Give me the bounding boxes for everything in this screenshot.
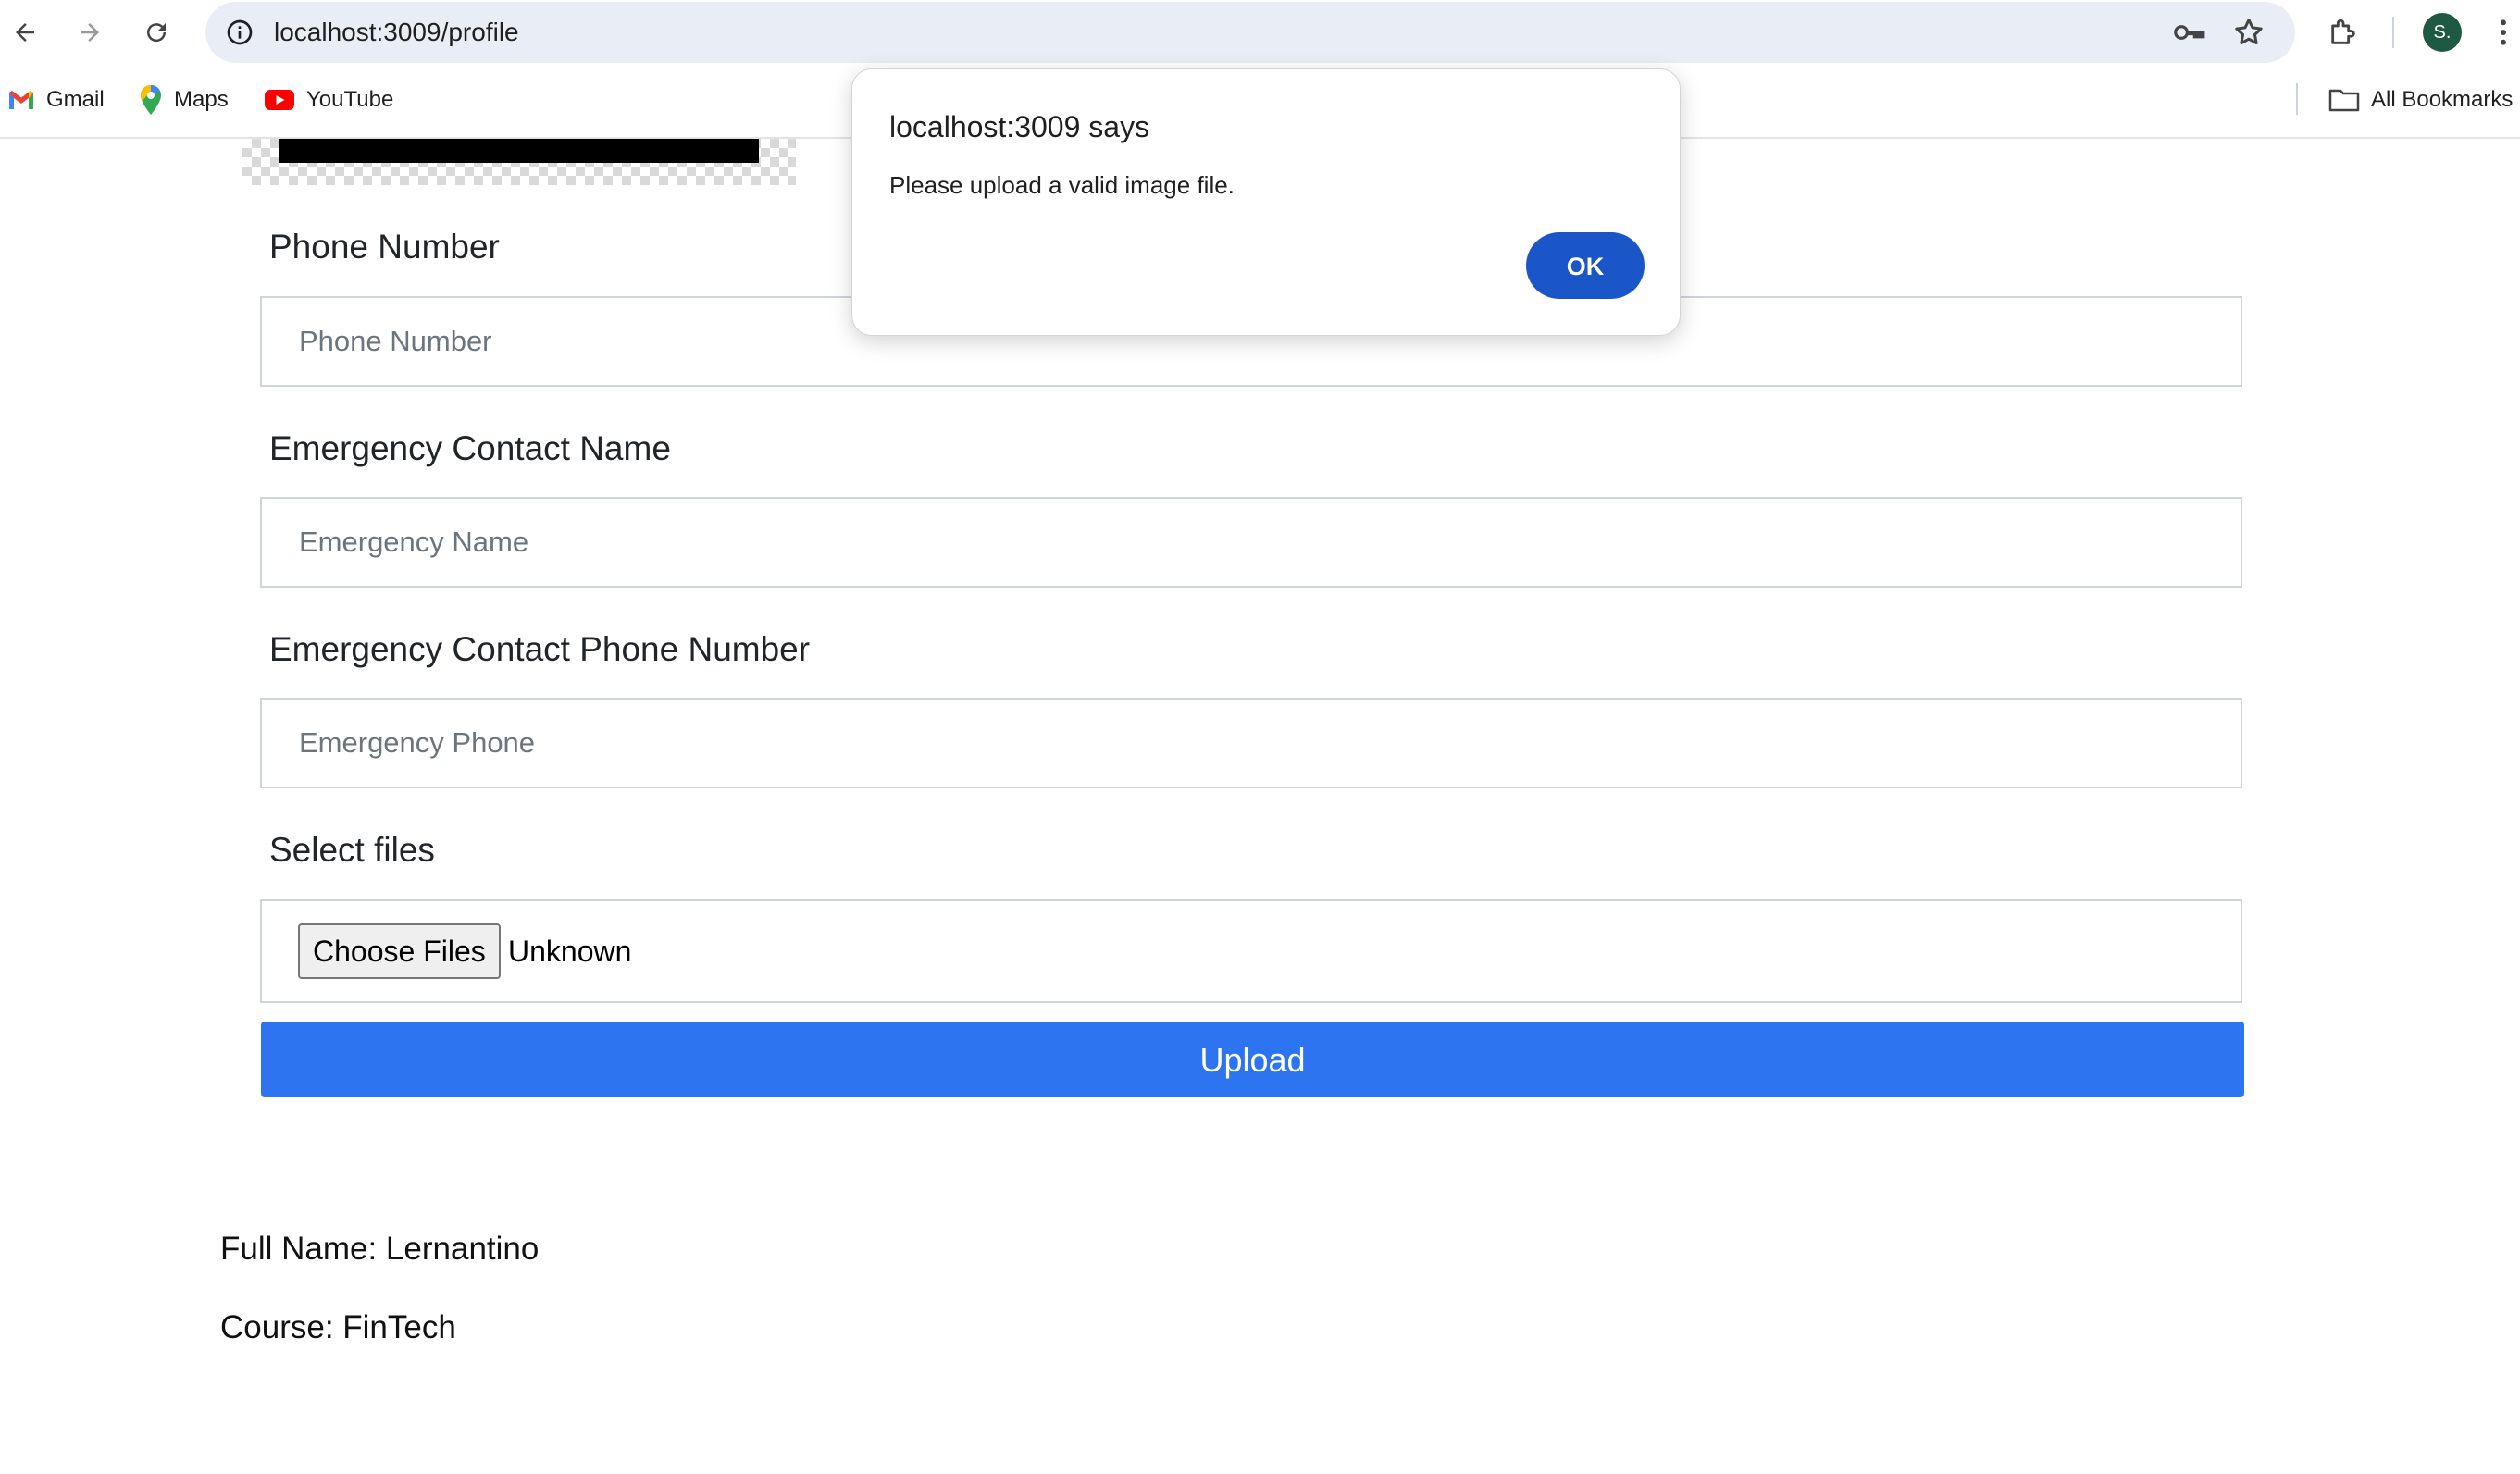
bookmarks-divider [2296,83,2298,115]
browser-toolbar: localhost:3009/profile S. [0,0,2520,65]
uploaded-image-preview [242,139,796,185]
extensions-button[interactable] [2318,7,2368,57]
arrow-left-icon [16,23,34,42]
folder-icon [2328,89,2360,112]
alert-dialog: localhost:3009 says Please upload a vali… [851,68,1681,336]
reload-icon [147,23,167,43]
file-status-text: Unknown [508,935,632,968]
all-bookmarks-label: All Bookmarks [2371,87,2514,112]
emergency-phone-input[interactable] [260,698,2242,788]
arrow-right-icon [81,23,99,42]
bookmark-label: YouTube [306,87,394,112]
image-redaction-bar [279,139,759,163]
bookmark-gmail[interactable]: Gmail [7,81,105,118]
emergency-name-input[interactable] [260,497,2242,588]
profile-page: Phone Number Emergency Contact Name Emer… [0,139,2520,1474]
forward-button[interactable] [65,7,115,57]
file-input[interactable]: Choose Files Unknown [260,899,2242,1003]
course-text: Course: FinTech [220,1309,456,1345]
full-name-text: Full Name: Lernantino [220,1231,540,1267]
reload-button[interactable] [131,7,181,57]
emergency-phone-label: Emergency Contact Phone Number [269,630,811,668]
emergency-name-label: Emergency Contact Name [269,429,671,467]
address-bar[interactable]: localhost:3009/profile [205,2,2295,63]
bookmark-youtube[interactable]: YouTube [264,81,393,118]
youtube-icon [265,90,294,110]
dialog-title: localhost:3009 says [889,110,1150,143]
profile-avatar[interactable]: S. [2423,13,2462,52]
select-files-label: Select files [269,831,435,869]
ok-button[interactable]: OK [1526,232,1645,299]
choose-files-button[interactable]: Choose Files [298,923,501,979]
bookmark-label: Gmail [46,87,105,112]
toolbar-divider [2392,17,2394,48]
dialog-message: Please upload a valid image file. [889,171,1235,199]
bookmark-maps[interactable]: Maps [139,81,229,118]
site-info-icon[interactable] [218,11,261,54]
password-key-icon[interactable] [2167,11,2210,54]
url-text[interactable]: localhost:3009/profile [274,2,519,63]
maps-icon [141,85,161,115]
back-button[interactable] [0,7,50,57]
bookmark-label: Maps [174,87,229,112]
upload-button[interactable]: Upload [261,1022,2244,1097]
kebab-menu-icon [2500,19,2506,45]
gmail-icon [9,91,33,109]
puzzle-icon [2331,19,2355,44]
phone-label: Phone Number [269,228,500,266]
bookmark-star-icon[interactable] [2228,11,2270,54]
browser-menu-button[interactable] [2486,7,2520,57]
all-bookmarks[interactable]: All Bookmarks [2328,81,2513,118]
